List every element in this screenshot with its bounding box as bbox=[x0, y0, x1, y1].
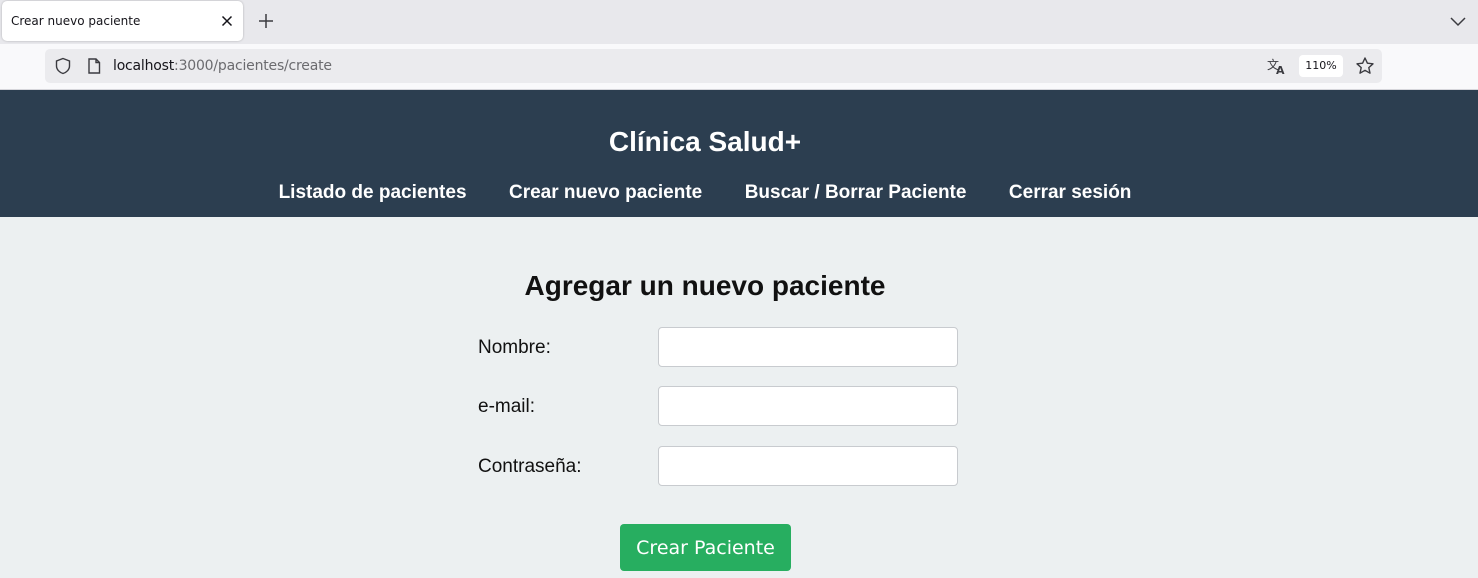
password-label: Contraseña: bbox=[478, 456, 582, 477]
form-title: Agregar un nuevo paciente bbox=[524, 270, 886, 301]
form-row-nombre: Nombre: bbox=[478, 327, 958, 367]
url-path: :3000/pacientes/create bbox=[174, 58, 332, 74]
zoom-level[interactable]: 110% bbox=[1299, 55, 1343, 77]
url-text[interactable]: localhost:3000/pacientes/create bbox=[113, 58, 332, 74]
plus-icon[interactable] bbox=[257, 12, 275, 30]
nav-link-listado[interactable]: Listado de pacientes bbox=[279, 182, 467, 203]
chevron-down-icon[interactable] bbox=[1449, 12, 1467, 30]
address-bar[interactable]: localhost:3000/pacientes/create 文 A 110% bbox=[45, 49, 1382, 83]
site-title: Clínica Salud+ bbox=[608, 126, 802, 157]
nombre-input[interactable] bbox=[658, 327, 958, 367]
svg-text:A: A bbox=[1276, 64, 1285, 75]
tab-title: Crear nuevo paciente bbox=[11, 14, 141, 28]
crear-paciente-button[interactable]: Crear Paciente bbox=[620, 524, 791, 571]
main-nav: Listado de pacientes Crear nuevo pacient… bbox=[0, 182, 1410, 204]
form-row-email: e-mail: bbox=[478, 386, 958, 426]
shield-icon[interactable] bbox=[54, 57, 72, 75]
star-icon[interactable] bbox=[1355, 56, 1375, 76]
nav-link-crear[interactable]: Crear nuevo paciente bbox=[509, 182, 702, 203]
browser-tab[interactable]: Crear nuevo paciente bbox=[2, 1, 243, 41]
browser-tab-bar: Crear nuevo paciente bbox=[0, 0, 1478, 44]
nav-link-buscar-borrar[interactable]: Buscar / Borrar Paciente bbox=[745, 182, 967, 203]
nombre-label: Nombre: bbox=[478, 337, 551, 358]
translate-icon[interactable]: 文 A bbox=[1267, 57, 1287, 75]
close-icon[interactable] bbox=[218, 12, 236, 30]
site-header: Clínica Salud+ Listado de pacientes Crea… bbox=[0, 90, 1478, 217]
form-row-password: Contraseña: bbox=[478, 446, 958, 486]
email-label: e-mail: bbox=[478, 396, 536, 417]
password-input[interactable] bbox=[658, 446, 958, 486]
email-input[interactable] bbox=[658, 386, 958, 426]
nav-link-cerrar-sesion[interactable]: Cerrar sesión bbox=[1009, 182, 1132, 203]
url-host: localhost bbox=[113, 58, 175, 74]
browser-nav-bar: localhost:3000/pacientes/create 文 A 110% bbox=[0, 44, 1478, 90]
page-icon[interactable] bbox=[85, 57, 103, 75]
